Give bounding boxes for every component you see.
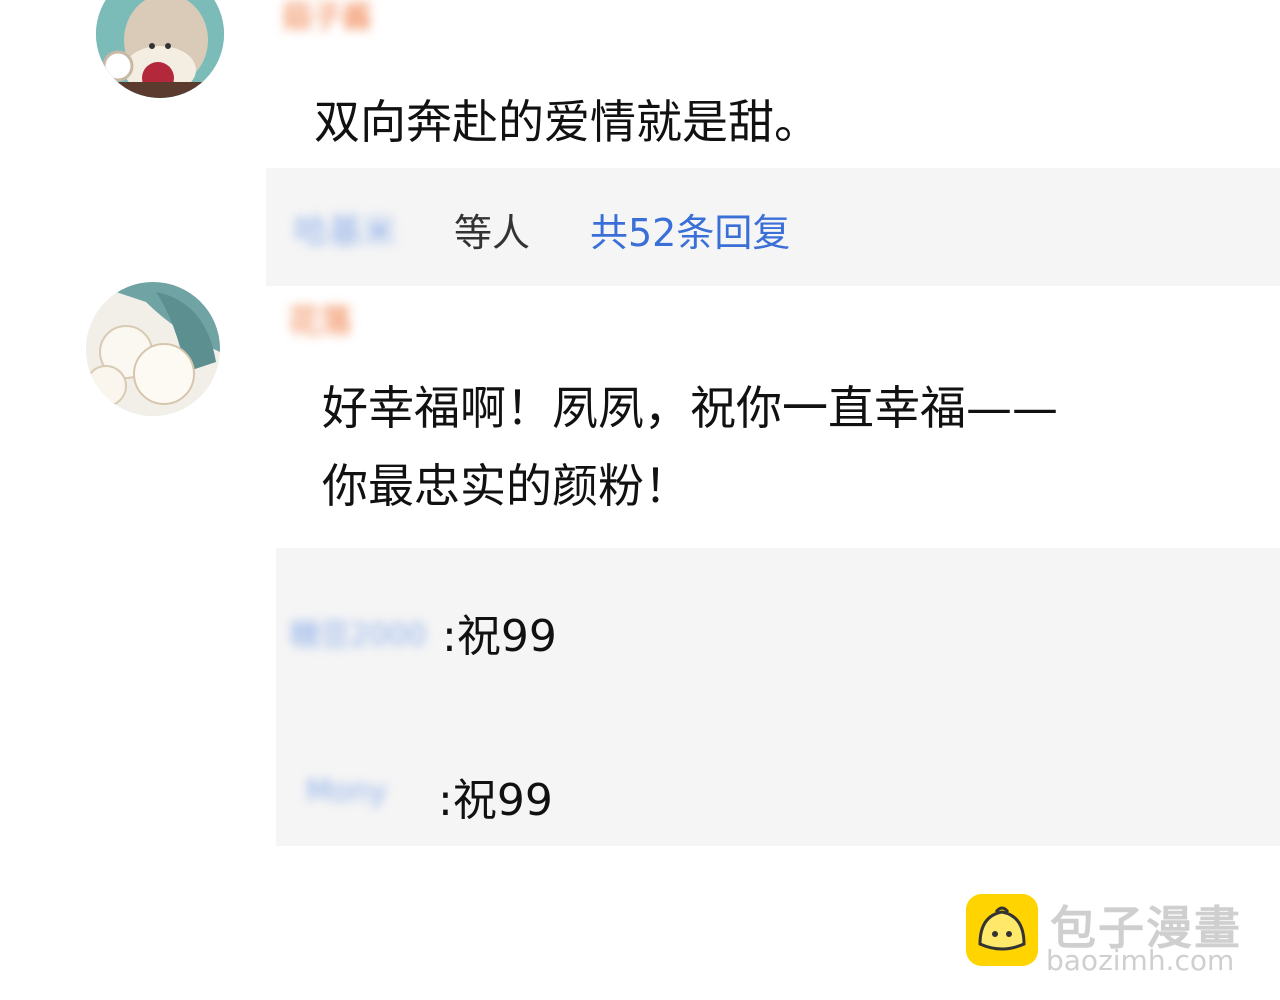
avatar[interactable] <box>96 0 224 98</box>
reply-preview[interactable]: 哈基米 等人 共52条回复 <box>266 168 1280 286</box>
reply-item[interactable]: 糖豆2000 :祝99 <box>276 598 1280 662</box>
comment-text-line: 好幸福啊！夙夙，祝你一直幸福—— <box>322 381 1058 435</box>
replies-list: 糖豆2000 :祝99 Mony :祝99 <box>276 548 1280 846</box>
watermark: 包子漫畫 baozimh.com <box>966 894 1266 977</box>
reply-preview-user[interactable]: 哈基米 <box>294 204 396 253</box>
reply-text: :祝99 <box>442 611 557 662</box>
comment-text: 双向奔赴的爱情就是甜。 <box>314 95 820 149</box>
comment-username[interactable]: 菇子酱 <box>282 0 372 36</box>
avatar-image <box>86 282 220 416</box>
avatar[interactable] <box>86 282 220 416</box>
reply-user[interactable]: Mony <box>306 774 387 809</box>
watermark-url: baozimh.com <box>1046 944 1235 977</box>
comment-username[interactable]: 花落 <box>288 296 352 342</box>
reply-item[interactable]: Mony :祝99 <box>276 762 1280 826</box>
reply-user[interactable]: 糖豆2000 <box>290 610 426 654</box>
avatar-image <box>96 0 224 98</box>
reply-text: :祝99 <box>438 775 553 826</box>
reply-preview-suffix: 等人 <box>454 211 531 255</box>
bun-logo-icon <box>966 894 1038 966</box>
view-replies-link[interactable]: 共52条回复 <box>590 202 790 257</box>
comment-text-line: 你最忠实的颜粉！ <box>322 459 690 513</box>
